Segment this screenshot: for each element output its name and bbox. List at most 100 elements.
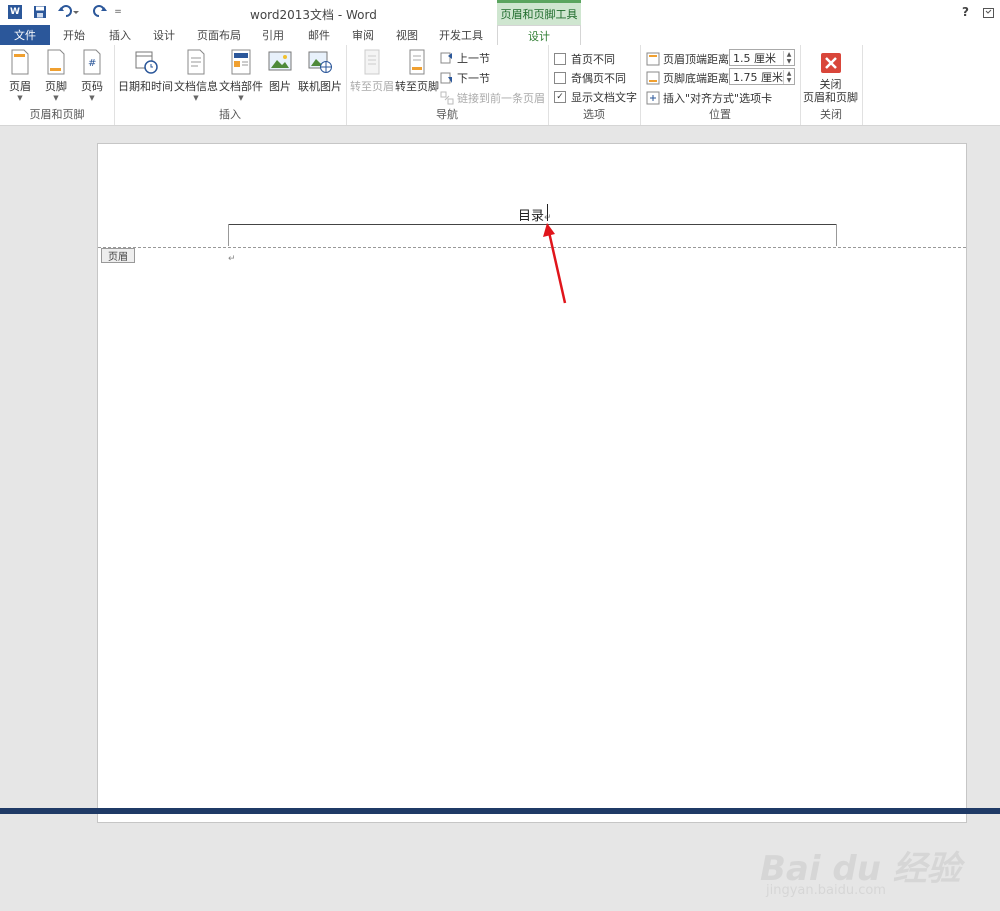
ribbon-tabs: 文件 开始 插入 设计 页面布局 引用 邮件 审阅 视图 开发工具 设计 — [0, 25, 1000, 46]
online-picture-button[interactable]: 联机图片 — [298, 49, 342, 94]
link-to-previous-label: 链接到前一条页眉 — [457, 92, 545, 105]
different-odd-even-checkbox[interactable]: 奇偶页不同 — [554, 70, 626, 86]
footer-button-label: 页脚 — [45, 80, 67, 93]
quick-parts-icon — [231, 49, 251, 75]
group-position: 页眉顶端距离: 1.5 厘米 ▲ ▼ 页脚底端距离: 1.75 厘米 ▲ ▼ 插入"… — [640, 45, 801, 125]
close-header-footer-button[interactable]: 关闭 页眉和页脚 — [803, 52, 858, 104]
alignment-tab-icon — [646, 91, 660, 105]
insert-alignment-tab-button[interactable]: 插入"对齐方式"选项卡 — [646, 90, 772, 106]
group-label-header-footer: 页眉和页脚 — [29, 108, 85, 121]
header-top-distance-input[interactable]: 1.5 厘米 ▲ ▼ — [729, 49, 795, 66]
group-navigation: 转至页眉 转至页脚 上一节 下一节 链接到前一条页眉 导航 — [346, 45, 549, 125]
previous-section-label: 上一节 — [457, 52, 490, 65]
tab-page-layout[interactable]: 页面布局 — [190, 25, 248, 45]
undo-icon[interactable] — [56, 3, 82, 21]
document-info-label: 文档信息 — [174, 80, 218, 93]
group-insert: 日期和时间 文档信息 ▼ 文档部件 ▼ 图片 联机图片 插入 — [114, 45, 347, 125]
ribbon-display-icon[interactable] — [982, 5, 996, 19]
different-odd-even-label: 奇偶页不同 — [571, 72, 626, 85]
header-boundary-dashed-line — [98, 247, 966, 248]
link-to-previous-button[interactable]: 链接到前一条页眉 — [440, 90, 545, 106]
ribbon: 页眉 ▼ 页脚 ▼ # 页码 ▼ 页眉和页脚 日期和时间 文档信息 ▼ 文档部件… — [0, 45, 1000, 126]
picture-label: 图片 — [269, 80, 291, 93]
close-button-label-line1: 关闭 — [819, 78, 842, 91]
checkbox-box[interactable] — [554, 72, 566, 84]
footer-position-icon — [646, 71, 660, 85]
date-time-label: 日期和时间 — [118, 80, 173, 93]
online-picture-label: 联机图片 — [298, 80, 342, 93]
qat-customize-icon[interactable]: = — [112, 3, 124, 21]
word-logo-icon[interactable]: W — [6, 3, 24, 21]
header-right-margin-mark — [836, 224, 837, 246]
quick-parts-label: 文档部件 — [219, 80, 263, 93]
goto-header-label: 转至页眉 — [350, 80, 394, 93]
footer-bottom-distance-input[interactable]: 1.75 厘米 ▲ ▼ — [729, 68, 795, 85]
tab-references[interactable]: 引用 — [254, 25, 292, 45]
online-picture-icon — [308, 51, 332, 73]
document-info-icon — [187, 49, 205, 75]
spinner-arrows-icon[interactable]: ▲ ▼ — [783, 69, 794, 84]
tab-mailings[interactable]: 邮件 — [300, 25, 338, 45]
tab-insert[interactable]: 插入 — [100, 25, 140, 45]
calendar-clock-icon — [135, 51, 158, 74]
picture-icon — [268, 51, 292, 71]
checkbox-box[interactable] — [554, 53, 566, 65]
tab-home[interactable]: 开始 — [54, 25, 94, 45]
group-label-navigation: 导航 — [436, 108, 458, 121]
taskbar — [0, 808, 1000, 814]
goto-footer-button[interactable]: 转至页脚 — [395, 49, 439, 94]
title-bar: W = word2013文档 - Word 页眉和页脚工具 ? — [0, 0, 1000, 25]
show-document-text-checkbox[interactable]: ✓ 显示文档文字 — [554, 89, 637, 105]
tab-developer[interactable]: 开发工具 — [432, 25, 490, 45]
header-top-distance-label: 页眉顶端距离: — [663, 53, 733, 66]
svg-text:#: # — [88, 58, 96, 69]
footer-bottom-distance-label-row: 页脚底端距离: — [646, 70, 733, 86]
chevron-down-icon: ▼ — [193, 94, 199, 102]
page-number-icon: # — [83, 49, 101, 75]
save-icon[interactable] — [30, 3, 50, 21]
quick-parts-button[interactable]: 文档部件 ▼ — [219, 49, 263, 102]
next-section-button[interactable]: 下一节 — [440, 70, 490, 86]
header-border-line — [228, 224, 836, 225]
previous-section-button[interactable]: 上一节 — [440, 50, 490, 66]
text-cursor — [547, 204, 548, 221]
goto-header-icon — [364, 49, 380, 75]
page-number-button[interactable]: # 页码 ▼ — [80, 49, 104, 102]
show-document-text-label: 显示文档文字 — [571, 91, 637, 104]
chevron-down-icon: ▼ — [53, 94, 59, 102]
header-top-distance-value[interactable]: 1.5 厘米 — [730, 50, 783, 66]
footer-bottom-distance-value[interactable]: 1.75 厘米 — [730, 69, 783, 85]
tab-file[interactable]: 文件 — [0, 25, 50, 45]
body-paragraph-mark: ↵ — [228, 254, 236, 264]
header-top-distance-label-row: 页眉顶端距离: — [646, 51, 733, 67]
group-label-options: 选项 — [583, 108, 605, 121]
tab-design[interactable]: 设计 — [144, 25, 184, 45]
chevron-down-icon: ▼ — [17, 94, 23, 102]
spinner-arrows-icon[interactable]: ▲ ▼ — [783, 50, 794, 65]
footer-button[interactable]: 页脚 ▼ — [44, 49, 68, 102]
different-first-page-label: 首页不同 — [571, 53, 615, 66]
header-button[interactable]: 页眉 ▼ — [8, 49, 32, 102]
header-badge: 页眉 — [101, 248, 135, 263]
redo-icon[interactable] — [88, 3, 112, 21]
different-first-page-checkbox[interactable]: 首页不同 — [554, 51, 615, 67]
picture-button[interactable]: 图片 — [268, 49, 292, 94]
header-text[interactable]: 目录 — [518, 209, 544, 224]
group-close: 关闭 页眉和页脚 关闭 — [800, 45, 863, 125]
date-time-button[interactable]: 日期和时间 — [118, 49, 173, 94]
document-area[interactable]: 目录↵ 页眉 ↵ Bai du 经验 jingyan.baidu.com — [0, 126, 1000, 898]
tab-header-footer-design[interactable]: 设计 — [497, 25, 581, 46]
checkmark-icon[interactable]: ✓ — [554, 91, 566, 103]
goto-header-button[interactable]: 转至页眉 — [350, 49, 394, 94]
tab-view[interactable]: 视图 — [388, 25, 426, 45]
page-number-button-label: 页码 — [81, 80, 103, 93]
document-page[interactable]: 目录↵ 页眉 ↵ — [97, 143, 967, 823]
context-tool-group-label: 页眉和页脚工具 — [497, 0, 581, 25]
group-header-footer: 页眉 ▼ 页脚 ▼ # 页码 ▼ 页眉和页脚 — [0, 45, 115, 125]
help-button[interactable]: ? — [962, 5, 969, 19]
watermark: Bai du 经验 jingyan.baidu.com — [760, 831, 980, 911]
goto-footer-label: 转至页脚 — [395, 80, 439, 93]
goto-footer-icon — [409, 49, 425, 75]
tab-review[interactable]: 审阅 — [344, 25, 382, 45]
document-info-button[interactable]: 文档信息 ▼ — [174, 49, 218, 102]
